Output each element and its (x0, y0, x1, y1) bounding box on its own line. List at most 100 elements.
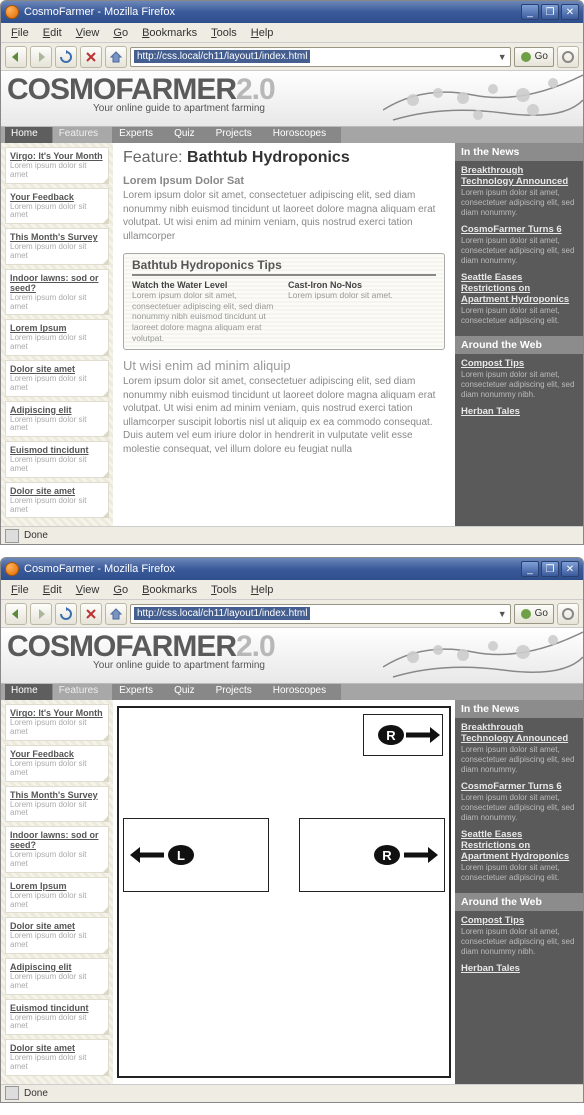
news-head-2: Around the Web (455, 336, 583, 354)
nav-horoscopes[interactable]: Horoscopes (267, 127, 341, 143)
news-link[interactable]: Seattle Eases Restrictions on Apartment … (461, 829, 577, 862)
news-link[interactable]: Compost Tips (461, 915, 577, 926)
news-link[interactable]: Herban Tales (461, 963, 577, 974)
main-content: Feature: Bathtub Hydroponics Lorem Ipsum… (113, 143, 455, 526)
news-link[interactable]: Compost Tips (461, 358, 577, 369)
reload-button[interactable] (55, 46, 77, 68)
go-button[interactable]: Go (514, 604, 554, 624)
nav-projects[interactable]: Projects (210, 684, 267, 700)
site-banner: COSMOFARMER2.0 Your online guide to apar… (1, 71, 583, 127)
menu-help[interactable]: Help (245, 582, 280, 598)
sidebar-item[interactable]: Lorem IpsumLorem ipsum dolor sit amet (5, 877, 109, 914)
sidebar-item[interactable]: Virgo: It's Your MonthLorem ipsum dolor … (5, 147, 109, 184)
sidebar-item[interactable]: This Month's SurveyLorem ipsum dolor sit… (5, 228, 109, 265)
sidebar-item[interactable]: This Month's SurveyLorem ipsum dolor sit… (5, 786, 109, 823)
maximize-button[interactable]: ❐ (541, 561, 559, 577)
window-titlebar: CosmoFarmer - Mozilla Firefox _ ❐ ✕ (1, 1, 583, 23)
sidebar-item-body: Lorem ipsum dolor sit amet (10, 375, 104, 393)
sidebar-item[interactable]: Dolor site ametLorem ipsum dolor sit ame… (5, 917, 109, 954)
menu-tools[interactable]: Tools (205, 25, 243, 41)
forward-button[interactable] (30, 603, 52, 625)
address-bar[interactable]: http://css.local/ch11/layout1/index.html… (130, 47, 511, 67)
sidebar-item[interactable]: Adipiscing elitLorem ipsum dolor sit ame… (5, 401, 109, 438)
nav-experts[interactable]: Experts (113, 684, 168, 700)
menu-go[interactable]: Go (107, 582, 134, 598)
sidebar-item[interactable]: Dolor site ametLorem ipsum dolor sit ame… (5, 1039, 109, 1076)
menu-file[interactable]: File (5, 25, 35, 41)
left-sidebar: Virgo: It's Your MonthLorem ipsum dolor … (1, 700, 113, 1083)
stop-button[interactable] (80, 46, 102, 68)
go-button[interactable]: Go (514, 47, 554, 67)
menu-help[interactable]: Help (245, 25, 280, 41)
menu-edit[interactable]: Edit (37, 25, 68, 41)
nav-features[interactable]: Features (53, 127, 113, 143)
sidebar-item[interactable]: Lorem IpsumLorem ipsum dolor sit amet (5, 319, 109, 356)
sidebar-item-body: Lorem ipsum dolor sit amet (10, 932, 104, 950)
nav-home[interactable]: Home (5, 684, 53, 700)
nav-experts[interactable]: Experts (113, 127, 168, 143)
news-link[interactable]: Breakthrough Technology Announced (461, 165, 577, 187)
sidebar-item[interactable]: Indoor lawns: sod or seed?Lorem ipsum do… (5, 826, 109, 873)
sidebar-item-title: Lorem Ipsum (10, 881, 104, 891)
sidebar-item[interactable]: Dolor site ametLorem ipsum dolor sit ame… (5, 482, 109, 519)
nav-quiz[interactable]: Quiz (168, 684, 210, 700)
sidebar-item[interactable]: Virgo: It's Your MonthLorem ipsum dolor … (5, 704, 109, 741)
back-button[interactable] (5, 603, 27, 625)
menu-edit[interactable]: Edit (37, 582, 68, 598)
home-button[interactable] (105, 603, 127, 625)
menu-go[interactable]: Go (107, 25, 134, 41)
forward-button[interactable] (30, 46, 52, 68)
news-link[interactable]: Herban Tales (461, 406, 577, 417)
maximize-button[interactable]: ❐ (541, 4, 559, 20)
sidebar-item-body: Lorem ipsum dolor sit amet (10, 1014, 104, 1032)
menu-view[interactable]: View (70, 25, 106, 41)
firefox-icon (5, 5, 19, 19)
nav-home[interactable]: Home (5, 127, 53, 143)
back-button[interactable] (5, 46, 27, 68)
screenshot-bottom: CosmoFarmer - Mozilla Firefox _ ❐ ✕ File… (0, 557, 584, 1102)
menu-bookmarks[interactable]: Bookmarks (136, 582, 203, 598)
nav-features[interactable]: Features (53, 684, 113, 700)
url-dropdown-icon[interactable]: ▼ (498, 609, 507, 619)
home-button[interactable] (105, 46, 127, 68)
sidebar-item[interactable]: Your FeedbackLorem ipsum dolor sit amet (5, 745, 109, 782)
sidebar-item[interactable]: Your FeedbackLorem ipsum dolor sit amet (5, 188, 109, 225)
close-button[interactable]: ✕ (561, 4, 579, 20)
minimize-button[interactable]: _ (521, 4, 539, 20)
nav-quiz[interactable]: Quiz (168, 127, 210, 143)
badge-l: L (168, 845, 194, 865)
sidebar-item[interactable]: Adipiscing elitLorem ipsum dolor sit ame… (5, 958, 109, 995)
sidebar-item[interactable]: Dolor site ametLorem ipsum dolor sit ame… (5, 360, 109, 397)
toolbar-extra-icon[interactable] (557, 603, 579, 625)
news-head-1: In the News (455, 143, 583, 161)
close-button[interactable]: ✕ (561, 561, 579, 577)
menu-view[interactable]: View (70, 582, 106, 598)
news-link[interactable]: Seattle Eases Restrictions on Apartment … (461, 272, 577, 305)
menubar: File Edit View Go Bookmarks Tools Help (1, 580, 583, 600)
sidebar-item[interactable]: Indoor lawns: sod or seed?Lorem ipsum do… (5, 269, 109, 316)
sidebar-item-title: Dolor site amet (10, 364, 104, 374)
page-columns: Virgo: It's Your MonthLorem ipsum dolor … (1, 700, 583, 1083)
nav-projects[interactable]: Projects (210, 127, 267, 143)
menu-bookmarks[interactable]: Bookmarks (136, 25, 203, 41)
menu-file[interactable]: File (5, 582, 35, 598)
news-text: Lorem ipsum dolor sit amet, consectetuer… (461, 793, 577, 823)
address-bar[interactable]: http://css.local/ch11/layout1/index.html… (130, 604, 511, 624)
sidebar-item[interactable]: Euismod tinciduntLorem ipsum dolor sit a… (5, 441, 109, 478)
news-link[interactable]: CosmoFarmer Turns 6 (461, 224, 577, 235)
menu-tools[interactable]: Tools (205, 582, 243, 598)
news-head-1: In the News (455, 700, 583, 718)
sidebar-item-body: Lorem ipsum dolor sit amet (10, 851, 104, 869)
news-text: Lorem ipsum dolor sit amet, consectetuer… (461, 188, 577, 218)
sidebar-item-body: Lorem ipsum dolor sit amet (10, 416, 104, 434)
toolbar-extra-icon[interactable] (557, 46, 579, 68)
sidebar-item[interactable]: Euismod tinciduntLorem ipsum dolor sit a… (5, 999, 109, 1036)
news-link[interactable]: CosmoFarmer Turns 6 (461, 781, 577, 792)
nav-horoscopes[interactable]: Horoscopes (267, 684, 341, 700)
sidebar-item-body: Lorem ipsum dolor sit amet (10, 334, 104, 352)
stop-button[interactable] (80, 603, 102, 625)
news-link[interactable]: Breakthrough Technology Announced (461, 722, 577, 744)
minimize-button[interactable]: _ (521, 561, 539, 577)
reload-button[interactable] (55, 603, 77, 625)
url-dropdown-icon[interactable]: ▼ (498, 52, 507, 62)
